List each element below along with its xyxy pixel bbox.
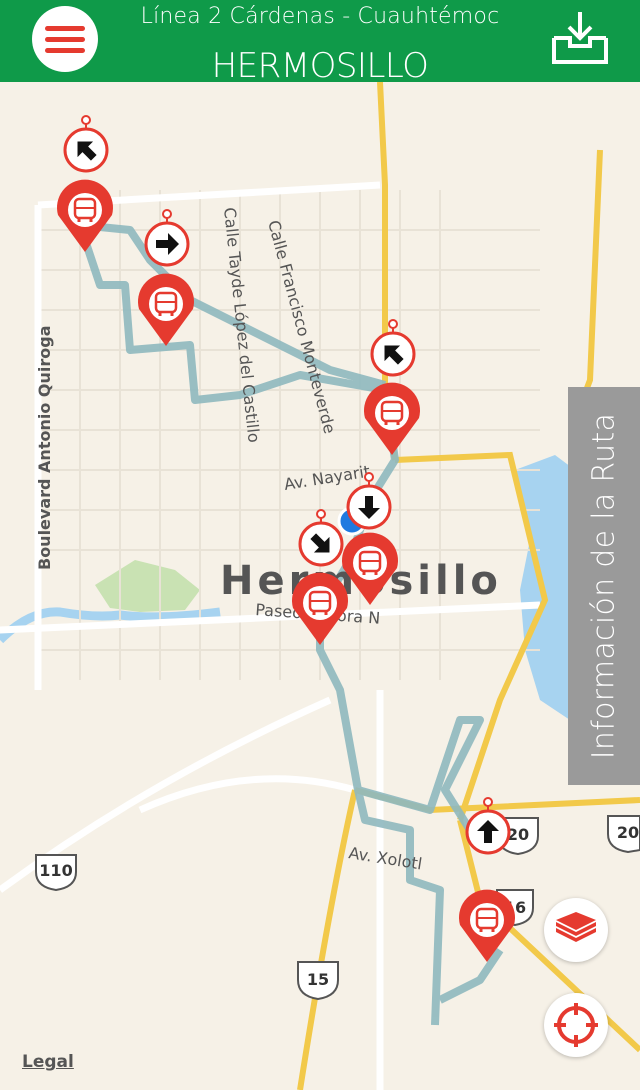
layers-button[interactable] bbox=[544, 898, 608, 962]
svg-text:15: 15 bbox=[307, 970, 329, 989]
my-location-button[interactable] bbox=[544, 993, 608, 1057]
street-label-boulevard: Boulevard Antonio Quiroga bbox=[35, 325, 54, 570]
city-title: HERMOSILLO bbox=[211, 46, 429, 86]
route-line-title: Línea 2 Cárdenas - Cuauhtémoc bbox=[140, 4, 500, 29]
highway-shield-20-east: 20 bbox=[607, 815, 640, 854]
route-info-label: Información de la Ruta bbox=[586, 412, 622, 760]
highway-shield-15: 15 bbox=[297, 961, 339, 1001]
svg-text:110: 110 bbox=[39, 861, 72, 880]
legal-link[interactable]: Legal bbox=[22, 1052, 74, 1072]
layers-icon bbox=[556, 912, 596, 942]
download-icon[interactable] bbox=[550, 8, 610, 68]
crosshair-icon bbox=[554, 1003, 598, 1047]
app-header: Línea 2 Cárdenas - Cuauhtémoc HERMOSILLO bbox=[0, 0, 640, 86]
hamburger-icon-bar bbox=[45, 37, 85, 42]
svg-text:20: 20 bbox=[617, 823, 639, 842]
highway-shield-110: 110 bbox=[35, 854, 77, 892]
